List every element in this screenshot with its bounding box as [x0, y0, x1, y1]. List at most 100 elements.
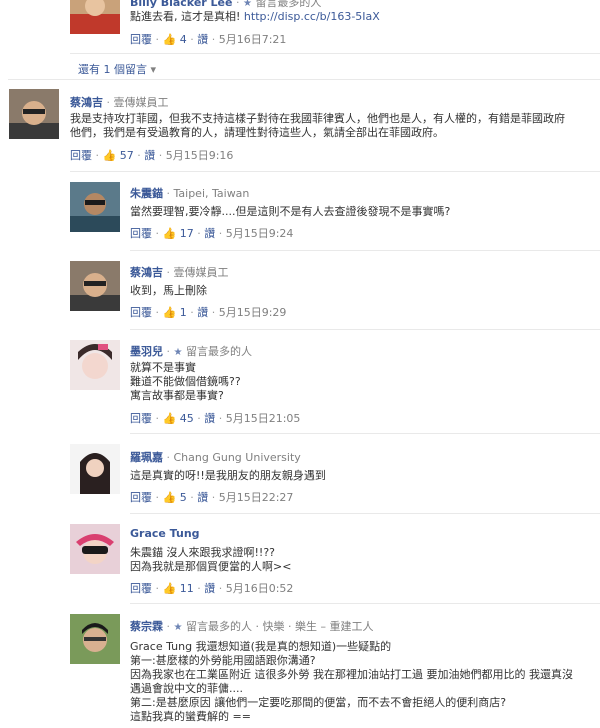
comment-line: 因為我家也在工業區附近 這很多外勞 我在那裡加油站打工過 要加油她們都用比的 我…: [130, 668, 573, 681]
more-replies-link[interactable]: 還有 1 個留言 ▾: [78, 61, 156, 77]
commenter-name[interactable]: Billy Blacker Lee: [130, 0, 232, 9]
comment-actions: 回覆 · 👍 17 · 讚 · 5月15日9:24: [130, 227, 294, 240]
commenter-name[interactable]: 蔡宗霖: [130, 620, 163, 633]
comment-actions: 回覆 · 👍 45 · 讚 · 5月15日21:05: [130, 412, 301, 425]
speech-bubble-icon[interactable]: 讚: [197, 306, 208, 319]
reply-button[interactable]: 回覆: [130, 227, 152, 240]
comment-actions: 回覆 · 👍 4 · 讚 · 5月16日7:21: [130, 33, 287, 46]
divider: [8, 79, 600, 80]
thumbs-up-icon[interactable]: 👍: [163, 33, 177, 46]
thumbs-up-icon[interactable]: 👍: [163, 491, 177, 504]
comment-line: Grace Tung 我還想知道(我是真的想知道)一些疑點的: [130, 640, 392, 653]
avatar[interactable]: [70, 614, 120, 664]
star-icon: ★: [173, 347, 183, 358]
avatar-photo: [70, 614, 120, 664]
comment-body: 我是支持攻打菲國，但我不支持這樣子對待在我國菲律賓人，他們也是人，有人權的，有錯…: [70, 112, 600, 140]
reply-button[interactable]: 回覆: [70, 149, 92, 162]
comment-body: 這是真實的呀!!是我朋友的朋友親身遇到: [130, 469, 326, 483]
reply-button[interactable]: 回覆: [130, 582, 152, 595]
commenter-name[interactable]: 蔡鴻吉: [130, 266, 163, 279]
divider: [70, 53, 600, 54]
like-count[interactable]: 1: [180, 306, 187, 319]
timestamp[interactable]: 5月15日9:16: [166, 149, 234, 162]
comment-header: Billy Blacker Lee · ★ 留言最多的人: [130, 0, 321, 10]
comment-header: 蔡宗霖 · ★ 留言最多的人 · 快樂 · 樂生 – 重建工人: [130, 620, 374, 633]
avatar-photo: [9, 89, 59, 139]
avatar-photo: [70, 261, 120, 311]
thumbs-up-icon[interactable]: 👍: [163, 306, 177, 319]
timestamp[interactable]: 5月15日9:29: [219, 306, 287, 319]
commenter-affiliation[interactable]: Taipei, Taiwan: [174, 187, 250, 200]
comment-body: 收到，馬上刪除: [130, 284, 207, 298]
more-replies-label[interactable]: 還有 1 個留言: [78, 63, 147, 76]
comment-line: 第二:是甚麼原因 讓他們一定要吃那間的便當，而不去不會拒絕人的便利商店?: [130, 696, 507, 709]
like-count[interactable]: 57: [120, 149, 134, 162]
comment-link[interactable]: http://disp.cc/b/163-5IaX: [244, 10, 380, 23]
comment-actions: 回覆 · 👍 1 · 讚 · 5月15日9:29: [130, 306, 287, 319]
comment-line: 因為我就是那個買便當的人啊><: [130, 560, 292, 573]
comment-line: 難道不能做個借鏡嗎??: [130, 375, 241, 388]
comment-actions: 回覆 · 👍 5 · 讚 · 5月15日22:27: [130, 491, 294, 504]
thumbs-up-icon[interactable]: 👍: [103, 149, 117, 162]
comment-line: 他們，我們是有受過教育的人，請理性對待這些人，氣請全部出在菲國政府。: [70, 126, 444, 139]
reply-button[interactable]: 回覆: [130, 491, 152, 504]
thumbs-up-icon[interactable]: 👍: [163, 227, 177, 240]
reply-button[interactable]: 回覆: [130, 33, 152, 46]
commenter-badge: 留言最多的人: [255, 0, 322, 9]
speech-bubble-icon[interactable]: 讚: [204, 227, 215, 240]
commenter-affiliation[interactable]: 壹傳媒員工: [174, 266, 229, 279]
timestamp[interactable]: 5月16日0:52: [226, 582, 294, 595]
reply-button[interactable]: 回覆: [130, 306, 152, 319]
like-count[interactable]: 5: [180, 491, 187, 504]
speech-bubble-icon[interactable]: 讚: [197, 33, 208, 46]
like-count[interactable]: 17: [180, 227, 194, 240]
comment-line: 這是真實的呀!!是我朋友的朋友親身遇到: [130, 469, 326, 482]
comment-actions: 回覆 · 👍 11 · 讚 · 5月16日0:52: [130, 582, 294, 595]
timestamp[interactable]: 5月15日21:05: [226, 412, 301, 425]
comment-header: 蔡鴻吉 · 壹傳媒員工: [130, 266, 229, 279]
reply-button[interactable]: 回覆: [130, 412, 152, 425]
avatar[interactable]: [70, 340, 120, 390]
commenter-affiliation[interactable]: 壹傳媒員工: [114, 96, 169, 109]
commenter-name[interactable]: 朱震錨: [130, 187, 163, 200]
comment-body: 就算不是事實 難道不能做個借鏡嗎?? 寓言故事都是事實?: [130, 361, 241, 403]
timestamp[interactable]: 5月15日9:24: [226, 227, 294, 240]
chevron-down-icon[interactable]: ▾: [151, 63, 157, 76]
avatar[interactable]: [70, 261, 120, 311]
commenter-name[interactable]: 蔡鴻吉: [70, 96, 103, 109]
speech-bubble-icon[interactable]: 讚: [197, 491, 208, 504]
commenter-badge: 留言最多的人: [185, 345, 252, 358]
like-count[interactable]: 4: [180, 33, 187, 46]
speech-bubble-icon[interactable]: 讚: [144, 149, 155, 162]
speech-bubble-icon[interactable]: 讚: [204, 582, 215, 595]
divider: [130, 433, 600, 434]
commenter-name[interactable]: Grace Tung: [130, 527, 200, 540]
commenter-affiliation[interactable]: 留言最多的人 · 快樂 · 樂生 – 重建工人: [186, 620, 373, 633]
avatar[interactable]: [70, 0, 120, 34]
avatar-photo: [70, 444, 120, 494]
comment-header: 墨羽兒 · ★ 留言最多的人: [130, 345, 252, 358]
timestamp[interactable]: 5月16日7:21: [219, 33, 287, 46]
thumbs-up-icon[interactable]: 👍: [163, 412, 177, 425]
like-count[interactable]: 11: [180, 582, 194, 595]
comment-body: 朱震錨 沒人來跟我求證啊!!?? 因為我就是那個買便當的人啊><: [130, 546, 291, 574]
avatar[interactable]: [70, 524, 120, 574]
commenter-name[interactable]: 墨羽兒: [130, 345, 163, 358]
like-count[interactable]: 45: [180, 412, 194, 425]
star-icon: ★: [173, 622, 183, 633]
avatar[interactable]: [70, 444, 120, 494]
comment-line: 我是支持攻打菲國，但我不支持這樣子對待在我國菲律賓人，他們也是人，有人權的，有錯…: [70, 112, 565, 125]
comment-line: 寓言故事都是事實?: [130, 389, 224, 402]
avatar[interactable]: [70, 182, 120, 232]
avatar-photo: [70, 524, 120, 574]
speech-bubble-icon[interactable]: 讚: [204, 412, 215, 425]
comment-body: 點進去看, 這才是真相! http://disp.cc/b/163-5IaX: [130, 10, 380, 24]
thumbs-up-icon[interactable]: 👍: [163, 582, 177, 595]
comment-body: Grace Tung 我還想知道(我是真的想知道)一些疑點的 第一:甚麼樣的外勞…: [130, 640, 600, 724]
timestamp[interactable]: 5月15日22:27: [219, 491, 294, 504]
comment-line: 朱震錨 沒人來跟我求證啊!!??: [130, 546, 275, 559]
comment-header: Grace Tung: [130, 527, 200, 540]
commenter-name[interactable]: 羅珮嘉: [130, 451, 163, 464]
commenter-affiliation[interactable]: Chang Gung University: [174, 451, 301, 464]
avatar[interactable]: [9, 89, 59, 139]
